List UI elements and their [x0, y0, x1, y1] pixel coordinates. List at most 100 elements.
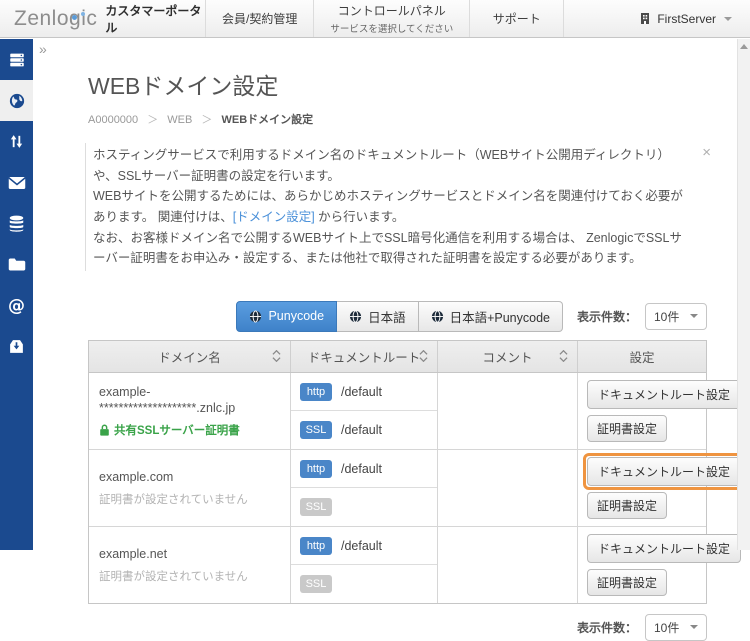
nav-item-label: コントロールパネル	[338, 2, 446, 19]
transfer-arrows-icon	[8, 133, 25, 150]
nav-support[interactable]: サポート	[469, 0, 564, 37]
display-count-select[interactable]: 10件	[645, 614, 707, 641]
sidebar-item-mail[interactable]	[0, 162, 33, 203]
certificate-settings-button[interactable]: 証明書設定	[587, 415, 667, 442]
chevron-down-icon	[690, 314, 698, 318]
nav-control-panel[interactable]: コントロールパネル サービスを選択してください	[313, 0, 469, 37]
breadcrumb-account[interactable]: A0000000	[88, 114, 138, 126]
domain-settings-link[interactable]: [ドメイン設定]	[233, 210, 315, 224]
sidebar-item-email-address[interactable]: @	[0, 285, 33, 326]
header-comment: コメント	[438, 341, 578, 372]
breadcrumb: A0000000 ＞ WEB ＞ WEBドメイン設定	[88, 111, 737, 127]
japanese-button[interactable]: 日本語	[337, 301, 419, 332]
certificate-settings-button[interactable]: 証明書設定	[587, 569, 667, 596]
folder-icon	[8, 257, 26, 272]
http-badge: http	[300, 460, 332, 478]
sort-toggle[interactable]	[559, 350, 568, 362]
domain-table: ドメイン名 ドキュメントルート コメント	[88, 340, 707, 604]
japanese-punycode-button[interactable]: 日本語+Punycode	[419, 301, 563, 332]
header-document-root: ドキュメントルート	[291, 341, 438, 372]
http-path: /default	[341, 385, 382, 399]
scroll-up-arrow-icon[interactable]	[740, 44, 748, 49]
settings-cell: ドキュメントルート設定 証明書設定	[578, 527, 706, 603]
mail-icon	[8, 176, 26, 190]
chevron-down-icon	[724, 17, 732, 21]
table-row: example.net 証明書が設定されていません http /default …	[89, 527, 706, 603]
breadcrumb-web[interactable]: WEB	[167, 114, 192, 126]
ssl-badge-disabled: SSL	[300, 498, 332, 516]
domain-name: example.net	[99, 546, 280, 562]
logo-brand-text: Zenlogic	[14, 7, 105, 31]
punycode-button[interactable]: Punycode	[236, 301, 337, 332]
cert-status: 証明書が設定されていません	[99, 491, 280, 507]
http-badge: http	[300, 537, 332, 555]
domain-name: example-	[99, 384, 280, 400]
comment-cell	[438, 373, 578, 449]
globe-icon	[249, 310, 262, 323]
domain-cell: example.com 証明書が設定されていません	[89, 450, 291, 526]
footer-display-count: 表示件数： 10件	[88, 614, 707, 641]
settings-cell: ドキュメントルート設定 証明書設定	[578, 450, 706, 526]
notice-line1: ホスティングサービスで利用するドメイン名のドキュメントルート（WEBサイト公開用…	[93, 145, 685, 186]
document-root-settings-button[interactable]: ドキュメントルート設定	[587, 534, 741, 563]
nav-item-label: サポート	[493, 10, 541, 27]
cert-status: 共有SSLサーバー証明書	[99, 422, 280, 438]
account-label: FirstServer	[657, 12, 716, 26]
breadcrumb-separator: ＞	[147, 114, 158, 126]
certificate-settings-button[interactable]: 証明書設定	[587, 492, 667, 519]
display-count-label: 表示件数：	[577, 308, 637, 325]
ssl-badge: SSL	[300, 421, 332, 439]
header-nav: 会員/契約管理 コントロールパネル サービスを選択してください サポート	[205, 0, 564, 37]
globe-icon	[431, 310, 444, 323]
logo-dot-icon	[81, 12, 85, 16]
document-root-settings-button[interactable]: ドキュメントルート設定	[587, 457, 741, 486]
sidebar-expand-toggle[interactable]: »	[39, 41, 47, 57]
account-menu[interactable]: FirstServer	[639, 0, 732, 37]
main-content: WEBドメイン設定 A0000000 ＞ WEB ＞ WEBドメイン設定 × ホ…	[33, 39, 737, 550]
database-icon	[8, 215, 25, 233]
cert-status: 証明書が設定されていません	[99, 568, 280, 584]
sidebar-item-files[interactable]	[0, 244, 33, 285]
download-box-icon	[8, 338, 25, 355]
close-icon[interactable]: ×	[702, 145, 711, 160]
header-domain-name: ドメイン名	[89, 341, 291, 372]
sidebar-item-transfer[interactable]	[0, 121, 33, 162]
sidebar-item-database[interactable]	[0, 203, 33, 244]
domain-name: ********************.znlc.jp	[99, 400, 280, 416]
highlight-annotation: ドキュメントルート設定	[583, 453, 745, 490]
notice-line3: なお、お客様ドメイン名で公開するWEBサイト上でSSL暗号化通信を利用する場合は…	[93, 228, 685, 269]
sort-up-icon	[272, 350, 281, 355]
zenlogic-logo[interactable]: Zenlogic カスタマーポータル	[0, 0, 205, 37]
nav-member-contract[interactable]: 会員/契約管理	[205, 0, 313, 37]
display-count-select[interactable]: 10件	[645, 303, 707, 330]
chevron-down-icon	[690, 625, 698, 629]
at-sign-icon: @	[8, 296, 25, 316]
breadcrumb-separator: ＞	[201, 114, 212, 126]
sidebar-item-web[interactable]	[0, 80, 33, 121]
domain-name: example.com	[99, 469, 280, 485]
sidebar-item-download[interactable]	[0, 326, 33, 367]
comment-cell	[438, 527, 578, 603]
comment-cell	[438, 450, 578, 526]
globe-icon	[8, 92, 26, 110]
sort-toggle[interactable]	[272, 350, 281, 362]
building-icon	[639, 12, 651, 25]
notice-line2: WEBサイトを公開するためには、あらかじめホスティングサービスとドメイン名を関連…	[93, 186, 685, 227]
sort-down-icon	[272, 357, 281, 362]
logo-suffix-text: カスタマーポータル	[105, 2, 205, 36]
table-row: example- ********************.znlc.jp 共有…	[89, 373, 706, 450]
sort-down-icon	[559, 357, 568, 362]
page-title: WEBドメイン設定	[88, 67, 737, 101]
sidebar-item-server[interactable]	[0, 39, 33, 80]
sort-toggle[interactable]	[419, 350, 428, 362]
document-root-settings-button[interactable]: ドキュメントルート設定	[587, 380, 741, 409]
table-row: example.com 証明書が設定されていません http /default …	[89, 450, 706, 527]
settings-cell: ドキュメントルート設定 証明書設定	[578, 373, 706, 449]
vertical-scrollbar[interactable]	[737, 39, 750, 550]
ssl-badge-disabled: SSL	[300, 575, 332, 593]
table-header-row: ドメイン名 ドキュメントルート コメント	[89, 341, 706, 373]
sidebar-nav: @	[0, 39, 33, 550]
encoding-toggle-group: Punycode 日本語 日本語+Punycode	[236, 301, 563, 332]
sort-up-icon	[419, 350, 428, 355]
document-root-cell: http /default SSL	[291, 450, 438, 526]
